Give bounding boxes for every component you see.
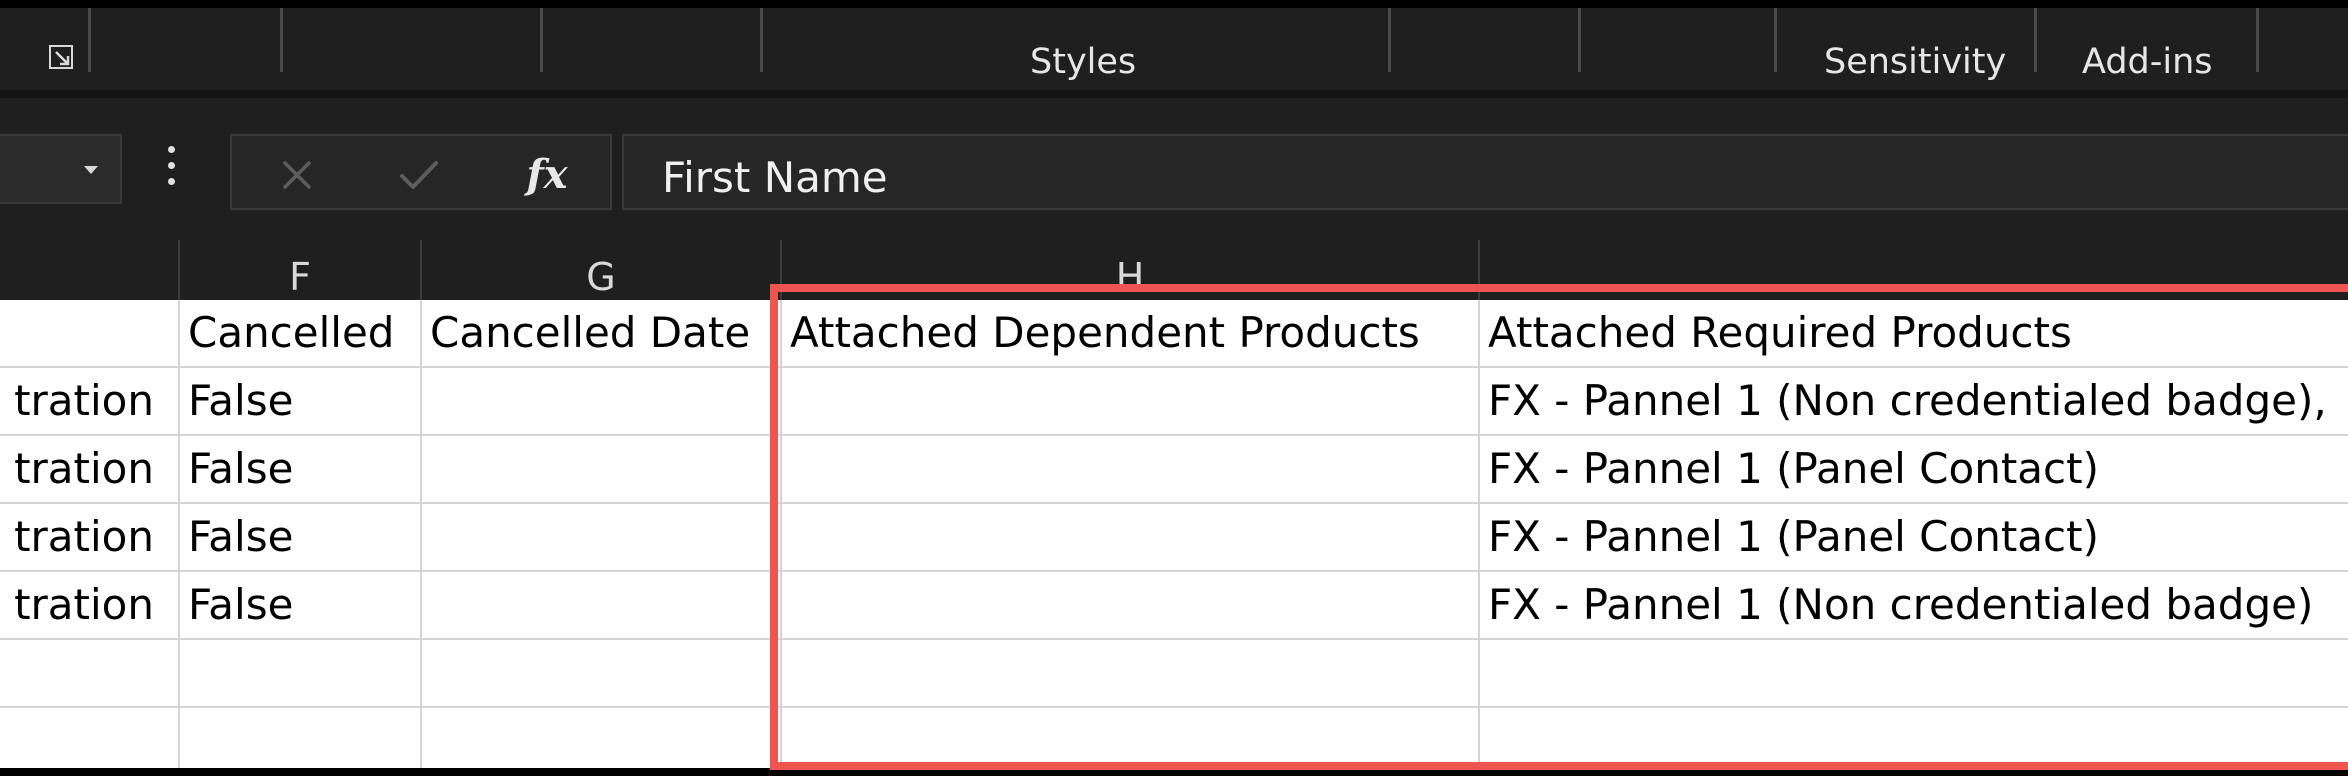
table-row: tration False FX - Pannel 1 (Non credent… [0,368,2348,436]
cell-g[interactable] [422,708,782,768]
ribbon-separator [1578,8,1581,72]
cancel-entry-button[interactable] [272,150,322,200]
ribbon-group-addins: Add-ins [2082,42,2213,82]
column-header-row: F G H [0,240,2348,300]
cell-e[interactable]: tration [0,504,180,570]
formula-buttons: fx [230,134,612,210]
column-header-h[interactable]: H [782,240,1480,300]
cell-f[interactable]: False [180,572,422,638]
ribbon-separator [280,8,283,72]
cell-e[interactable] [0,708,180,768]
cell-i[interactable]: Attached Required Products [1480,300,2348,366]
table-row: tration False FX - Pannel 1 (Panel Conta… [0,436,2348,504]
column-header-e[interactable] [0,240,180,300]
cell-i[interactable] [1480,708,2348,768]
cell-g[interactable] [422,368,782,434]
insert-function-button[interactable]: fx [522,150,572,200]
cell-f[interactable] [180,640,422,706]
ribbon-separator [760,8,763,72]
table-row: tration False FX - Pannel 1 (Non credent… [0,572,2348,640]
fx-icon: fx [526,151,568,198]
cell-f[interactable] [180,708,422,768]
table-row: Cancelled Cancelled Date Attached Depend… [0,300,2348,368]
cell-h[interactable]: Attached Dependent Products [782,300,1480,366]
name-box[interactable] [0,134,122,204]
cell-g[interactable]: Cancelled Date [422,300,782,366]
ribbon-separator [1774,8,1777,72]
cell-i[interactable]: FX - Pannel 1 (Panel Contact) [1480,436,2348,502]
formula-bar: fx First Name [0,126,2348,210]
excel-window: Styles Sensitivity Add-ins fx First Name… [0,8,2348,768]
cell-g[interactable] [422,640,782,706]
enter-button[interactable] [394,150,444,200]
more-vertical-icon[interactable] [168,146,176,190]
ribbon-group-sensitivity: Sensitivity [1824,42,2007,82]
ribbon-group-strip: Styles Sensitivity Add-ins [0,8,2348,92]
cell-h[interactable] [782,504,1480,570]
cell-h[interactable] [782,708,1480,768]
cell-f[interactable]: Cancelled [180,300,422,366]
cell-f[interactable]: False [180,436,422,502]
cell-h[interactable] [782,368,1480,434]
table-row: tration False FX - Pannel 1 (Panel Conta… [0,504,2348,572]
ribbon-separator [88,8,91,72]
cell-i[interactable]: FX - Pannel 1 (Panel Contact) [1480,504,2348,570]
ribbon-separator [540,8,543,72]
column-header-f[interactable]: F [180,240,422,300]
cell-e[interactable]: tration [0,436,180,502]
ribbon-separator [2256,8,2259,72]
close-icon [283,161,311,189]
checkmark-icon [400,161,438,189]
table-row [0,708,2348,768]
table-row [0,640,2348,708]
cell-i[interactable]: FX - Pannel 1 (Non credentialed badge) [1480,572,2348,638]
cell-e[interactable]: tration [0,368,180,434]
cell-f[interactable]: False [180,504,422,570]
cell-e[interactable] [0,300,180,366]
ribbon-separator [1388,8,1391,72]
column-header-i[interactable] [1480,240,2348,300]
cell-e[interactable] [0,640,180,706]
worksheet-grid: Cancelled Cancelled Date Attached Depend… [0,300,2348,768]
formula-input[interactable]: First Name [622,134,2348,210]
cell-h[interactable] [782,572,1480,638]
dialog-launcher-icon[interactable] [48,44,74,70]
cell-i[interactable]: FX - Pannel 1 (Non credentialed badge), [1480,368,2348,434]
cell-e[interactable]: tration [0,572,180,638]
cell-h[interactable] [782,640,1480,706]
ribbon-divider [0,90,2348,98]
column-header-g[interactable]: G [422,240,782,300]
cell-g[interactable] [422,504,782,570]
cell-i[interactable] [1480,640,2348,706]
cell-g[interactable] [422,572,782,638]
cell-g[interactable] [422,436,782,502]
formula-content: First Name [662,153,888,202]
cell-h[interactable] [782,436,1480,502]
ribbon-separator [2034,8,2037,72]
ribbon-group-styles: Styles [1030,42,1137,82]
chevron-down-icon[interactable] [84,166,98,174]
cell-f[interactable]: False [180,368,422,434]
